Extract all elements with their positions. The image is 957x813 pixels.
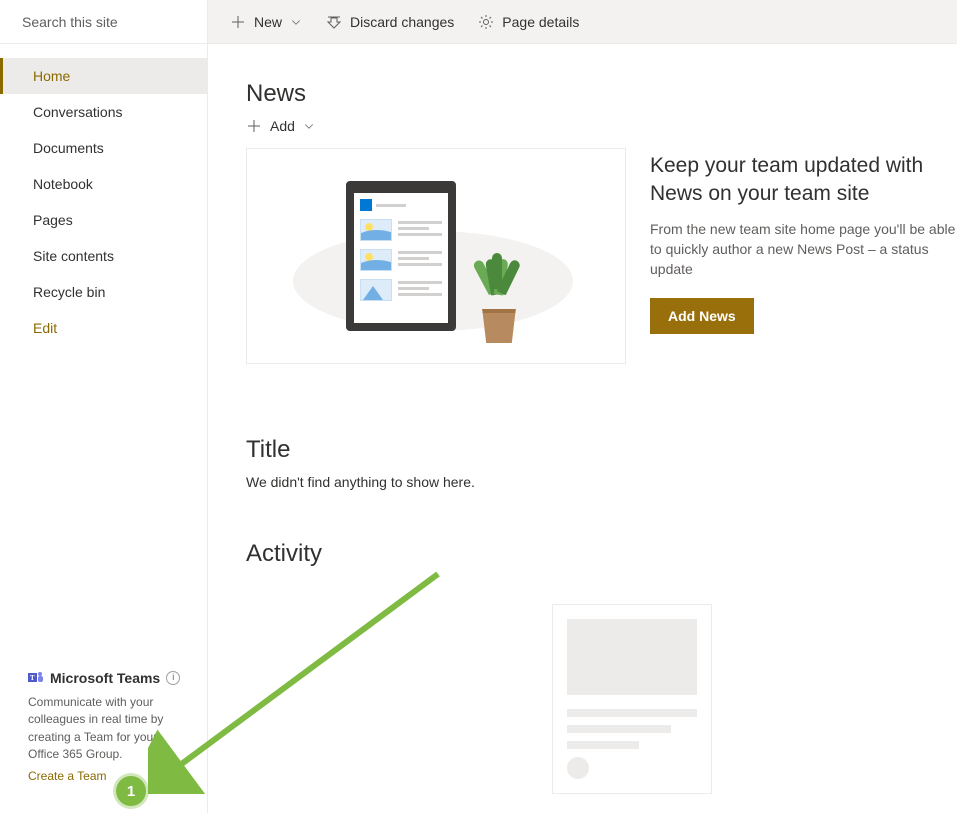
title-heading: Title: [246, 436, 957, 464]
activity-section: Activity: [246, 540, 957, 794]
nav-edit[interactable]: Edit: [0, 310, 207, 346]
nav-recycle-bin[interactable]: Recycle bin: [0, 274, 207, 310]
create-team-link[interactable]: Create a Team: [28, 768, 107, 785]
plus-icon: [230, 14, 246, 30]
add-news-button[interactable]: Add News: [650, 298, 754, 334]
add-label: Add: [270, 118, 295, 134]
gear-icon: [478, 14, 494, 30]
info-icon[interactable]: i: [166, 671, 180, 685]
search-bar: [0, 0, 207, 44]
teams-promo: T Microsoft Teams i Communicate with you…: [0, 656, 207, 813]
sidebar: Home Conversations Documents Notebook Pa…: [0, 0, 208, 813]
new-button[interactable]: New: [230, 14, 302, 30]
nav-conversations[interactable]: Conversations: [0, 94, 207, 130]
main: New Discard changes Page details News Ad…: [208, 0, 957, 813]
nav-pages[interactable]: Pages: [0, 202, 207, 238]
discard-label: Discard changes: [350, 14, 454, 30]
plus-icon: [246, 118, 262, 134]
site-nav: Home Conversations Documents Notebook Pa…: [0, 44, 207, 346]
nav-documents[interactable]: Documents: [0, 130, 207, 166]
chevron-down-icon: [303, 120, 315, 132]
news-promo-title: Keep your team updated with News on your…: [650, 152, 957, 209]
nav-home[interactable]: Home: [0, 58, 207, 94]
activity-placeholder-card: [552, 604, 712, 794]
news-illustration: [246, 148, 626, 364]
nav-site-contents[interactable]: Site contents: [0, 238, 207, 274]
news-promo-body: From the new team site home page you'll …: [650, 219, 957, 280]
toolbar: New Discard changes Page details: [208, 0, 957, 44]
page-content: News Add Keep your team: [208, 44, 957, 813]
search-input[interactable]: [22, 14, 203, 30]
news-add-button[interactable]: Add: [246, 118, 315, 134]
activity-heading: Activity: [246, 540, 957, 568]
title-empty-message: We didn't find anything to show here.: [246, 474, 957, 490]
teams-title: Microsoft Teams: [50, 668, 160, 688]
chevron-down-icon: [290, 16, 302, 28]
news-promo: Keep your team updated with News on your…: [650, 148, 957, 334]
news-heading: News: [246, 80, 957, 108]
discard-button[interactable]: Discard changes: [326, 14, 454, 30]
teams-desc: Communicate with your colleagues in real…: [28, 694, 191, 764]
title-section: Title We didn't find anything to show he…: [246, 436, 957, 490]
nav-notebook[interactable]: Notebook: [0, 166, 207, 202]
page-details-label: Page details: [502, 14, 579, 30]
svg-text:T: T: [30, 674, 35, 682]
page-details-button[interactable]: Page details: [478, 14, 579, 30]
discard-icon: [326, 14, 342, 30]
news-row: Keep your team updated with News on your…: [246, 148, 957, 364]
teams-icon: T: [28, 670, 44, 686]
new-label: New: [254, 14, 282, 30]
annotation-badge: 1: [116, 776, 146, 806]
